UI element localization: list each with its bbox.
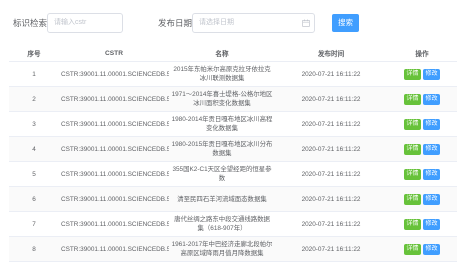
row-actions: 详情 修改 [387, 211, 457, 237]
row-name: 1980-2014年贡日嘎布地区冰川高程变化数据集 [169, 111, 275, 137]
data-table: 序号 CSTR 名称 发布时间 操作 1 CSTR:39001.11.00001… [9, 45, 457, 262]
row-name: 1971～2014年喜士堤格-公格尔地区冰川面积变化数据集 [169, 86, 275, 112]
row-index: 7 [9, 211, 59, 237]
row-actions: 详情 修改 [387, 86, 457, 112]
detail-button[interactable]: 详情 [404, 243, 421, 255]
row-cstr: CSTR:39001.11.00001.SCIENCEDB.580 [59, 136, 169, 162]
table-row: 5 CSTR:39001.11.00001.SCIENCEDB.584 355国… [9, 161, 457, 187]
header-cstr[interactable]: CSTR [59, 45, 169, 62]
date-picker-input[interactable]: 请选择日期 [192, 13, 315, 33]
row-cstr: CSTR:39001.11.00001.SCIENCEDB.572 [59, 61, 169, 87]
row-time: 2020-07-21 16:11:22 [275, 111, 387, 137]
row-cstr: CSTR:39001.11.00001.SCIENCEDB.574 [59, 111, 169, 137]
row-name: 1961-2017年中巴经济走廊北段帕尔高原区域降雨月值月降数据集 [169, 236, 275, 262]
row-actions: 详情 修改 [387, 236, 457, 262]
row-name: 1980-2015年贡日嘎布地区冰川分布数据集 [169, 136, 275, 162]
row-name: 清至民四石羊河流域面态数据集 [169, 186, 275, 212]
row-index: 3 [9, 111, 59, 137]
edit-button[interactable]: 修改 [423, 243, 440, 255]
detail-button[interactable]: 详情 [404, 118, 421, 130]
header-index[interactable]: 序号 [9, 45, 59, 62]
edit-button[interactable]: 修改 [423, 68, 440, 80]
row-actions: 详情 修改 [387, 136, 457, 162]
detail-button[interactable]: 详情 [404, 68, 421, 80]
edit-button[interactable]: 修改 [423, 168, 440, 180]
table-header-row: 序号 CSTR 名称 发布时间 操作 [9, 45, 457, 62]
detail-button[interactable]: 详情 [404, 218, 421, 230]
row-time: 2020-07-21 16:11:22 [275, 161, 387, 187]
edit-button[interactable]: 修改 [423, 218, 440, 230]
row-name: 355国K2-C1天区全望经距的恒星参数 [169, 161, 275, 187]
table-row: 8 CSTR:39001.11.00001.SCIENCEDB.595 1961… [9, 236, 457, 262]
row-index: 4 [9, 136, 59, 162]
detail-button[interactable]: 详情 [404, 93, 421, 105]
row-name: 唐代丝绸之路东中段交通线路数据集（618-907年） [169, 211, 275, 237]
row-index: 6 [9, 186, 59, 212]
row-name: 2015年东帕米尔高原克拉牙依拉克冰川联测数据集 [169, 61, 275, 87]
cstr-search-input[interactable]: 请输入cstr [47, 13, 123, 33]
detail-button[interactable]: 详情 [404, 143, 421, 155]
row-time: 2020-07-21 16:11:22 [275, 61, 387, 87]
row-cstr: CSTR:39001.11.00001.SCIENCEDB.586 [59, 186, 169, 212]
row-actions: 详情 修改 [387, 186, 457, 212]
filter-bar: 标识检索 请输入cstr 发布日期 请选择日期 搜索 [0, 13, 464, 35]
header-time[interactable]: 发布时间 [275, 45, 387, 62]
row-cstr: CSTR:39001.11.00001.SCIENCEDB.584 [59, 161, 169, 187]
edit-button[interactable]: 修改 [423, 118, 440, 130]
detail-button[interactable]: 详情 [404, 168, 421, 180]
edit-button[interactable]: 修改 [423, 143, 440, 155]
row-cstr: CSTR:39001.11.00001.SCIENCEDB.587 [59, 211, 169, 237]
table-row: 3 CSTR:39001.11.00001.SCIENCEDB.574 1980… [9, 111, 457, 137]
detail-button[interactable]: 详情 [404, 193, 421, 205]
row-time: 2020-07-21 16:11:22 [275, 86, 387, 112]
row-time: 2020-07-21 16:11:22 [275, 236, 387, 262]
row-actions: 详情 修改 [387, 61, 457, 87]
date-filter-label: 发布日期 [158, 18, 193, 28]
row-index: 2 [9, 86, 59, 112]
header-actions: 操作 [387, 45, 457, 62]
table-row: 7 CSTR:39001.11.00001.SCIENCEDB.587 唐代丝绸… [9, 211, 457, 237]
table-row: 6 CSTR:39001.11.00001.SCIENCEDB.586 清至民四… [9, 186, 457, 212]
edit-button[interactable]: 修改 [423, 193, 440, 205]
row-index: 8 [9, 236, 59, 262]
table-row: 4 CSTR:39001.11.00001.SCIENCEDB.580 1980… [9, 136, 457, 162]
row-index: 5 [9, 161, 59, 187]
row-actions: 详情 修改 [387, 161, 457, 187]
row-time: 2020-07-21 16:11:22 [275, 136, 387, 162]
cstr-filter-label: 标识检索 [13, 18, 48, 28]
row-time: 2020-07-21 16:11:22 [275, 186, 387, 212]
table-row: 2 CSTR:39001.11.00001.SCIENCEDB.573 1971… [9, 86, 457, 112]
row-cstr: CSTR:39001.11.00001.SCIENCEDB.573 [59, 86, 169, 112]
row-actions: 详情 修改 [387, 111, 457, 137]
date-placeholder: 请选择日期 [199, 19, 234, 26]
search-button[interactable]: 搜索 [332, 14, 359, 32]
edit-button[interactable]: 修改 [423, 93, 440, 105]
row-time: 2020-07-21 16:11:22 [275, 211, 387, 237]
header-name[interactable]: 名称 [169, 45, 275, 62]
table-row: 1 CSTR:39001.11.00001.SCIENCEDB.572 2015… [9, 61, 457, 87]
calendar-icon [302, 19, 310, 27]
row-index: 1 [9, 61, 59, 87]
row-cstr: CSTR:39001.11.00001.SCIENCEDB.595 [59, 236, 169, 262]
